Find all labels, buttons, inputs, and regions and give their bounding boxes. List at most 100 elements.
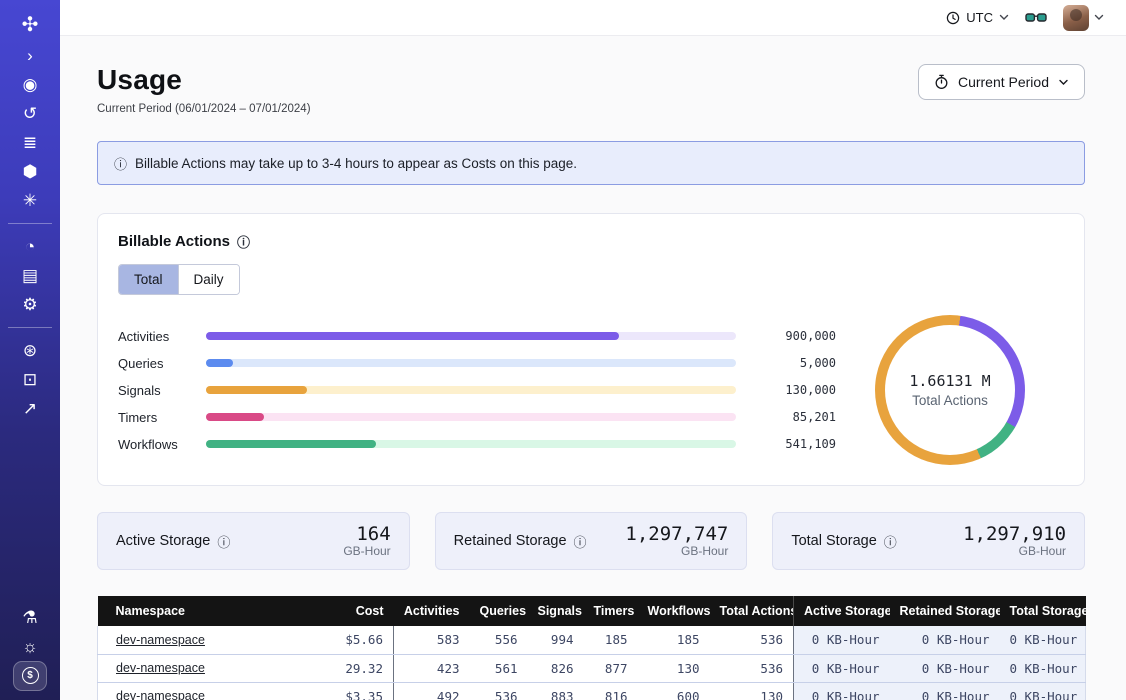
namespace-link[interactable]: dev-namespace [116, 689, 205, 700]
cell-active-storage: 0 KB-Hour [794, 626, 890, 654]
info-icon: ⓘ [884, 532, 897, 551]
account-menu[interactable] [1063, 5, 1104, 31]
deployments-icon[interactable]: ⬢ [12, 159, 48, 184]
retained-storage-card: Retained Storage ⓘ 1,297,747 GB-Hour [435, 512, 748, 570]
feedback-glyph: ⊡ [23, 370, 37, 390]
batch-glyph: ✳ [23, 191, 37, 211]
col-workflows: Workflows [638, 596, 710, 626]
table-row: dev-namespace 29.32 423 561 826 877 130 … [98, 654, 1086, 682]
namespaces-icon[interactable]: ◉ [12, 72, 48, 97]
bar-chart: Activities 900,000 Queries 5,000 Signals… [118, 323, 836, 458]
cell-cost: 29.32 [298, 654, 394, 682]
info-icon: ⓘ [574, 532, 587, 551]
table-header-row: Namespace Cost Activities Queries Signal… [98, 596, 1086, 626]
labs-icon[interactable]: ⚗ [12, 605, 48, 630]
col-retained-storage: Retained Storage [890, 596, 1000, 626]
cell-workflows: 185 [638, 626, 710, 654]
cell-active-storage: 0 KB-Hour [794, 654, 890, 682]
billable-view-toggle: Total Daily [118, 264, 240, 295]
clock-icon [946, 11, 960, 25]
layers-icon[interactable]: ≣ [12, 130, 48, 155]
cell-retained-storage: 0 KB-Hour [890, 626, 1000, 654]
pricing-active-badge: $ [13, 661, 47, 691]
billable-actions-card: Billable Actions ⓘ Total Daily Activitie… [97, 213, 1085, 486]
total-actions-label: Total Actions [912, 393, 988, 408]
total-storage-value: 1,297,910 [963, 524, 1066, 545]
pricing-icon[interactable]: $ [12, 663, 48, 688]
namespace-link[interactable]: dev-namespace [116, 633, 205, 647]
tab-daily[interactable]: Daily [178, 265, 239, 294]
schedules-icon[interactable]: ↺ [12, 101, 48, 126]
cell-timers: 816 [584, 682, 638, 700]
cell-workflows: 130 [638, 654, 710, 682]
col-namespace: Namespace [98, 596, 298, 626]
theme-icon[interactable]: ☼ [12, 634, 48, 659]
getting-started-icon[interactable]: ↗ [12, 396, 48, 421]
page-header: Usage Current Period (06/01/2024 – 07/01… [97, 64, 1085, 115]
bar-track [206, 386, 736, 394]
active-storage-label: Active Storage ⓘ [116, 532, 230, 551]
info-icon: ⓘ [114, 154, 127, 173]
total-storage-label: Total Storage ⓘ [791, 532, 896, 551]
cell-total-actions: 536 [710, 626, 794, 654]
billable-chart: Activities 900,000 Queries 5,000 Signals… [118, 315, 1064, 465]
settings-icon[interactable]: ⚙ [12, 292, 48, 317]
labs-glyph: ⚗ [22, 608, 37, 628]
bar-row-signals: Signals 130,000 [118, 377, 836, 404]
cell-queries: 556 [470, 626, 528, 654]
feedback-icon[interactable]: ⊡ [12, 367, 48, 392]
collapse-chevron-icon[interactable]: › [12, 43, 48, 68]
col-cost: Cost [298, 596, 394, 626]
cell-timers: 185 [584, 626, 638, 654]
avatar [1063, 5, 1089, 31]
cell-signals: 994 [528, 626, 584, 654]
billing-glyph: ▤ [22, 266, 38, 286]
bar-track [206, 413, 736, 421]
table-row: dev-namespace $3.35 492 536 883 816 600 … [98, 682, 1086, 700]
timezone-selector[interactable]: UTC [946, 10, 1009, 25]
storage-label-text: Active Storage [116, 533, 210, 549]
chevron-down-icon [999, 14, 1009, 21]
donut-chart-box: 1.66131 M Total Actions [836, 315, 1064, 465]
chevron-down-icon [1058, 79, 1069, 86]
namespace-link[interactable]: dev-namespace [116, 661, 205, 675]
support-icon[interactable]: ⊛ [12, 338, 48, 363]
storage-unit: GB-Hour [963, 544, 1066, 558]
sidebar-divider [8, 327, 52, 328]
storage-label-text: Retained Storage [454, 533, 567, 549]
usage-icon[interactable]: ◔ [12, 234, 48, 259]
tab-total[interactable]: Total [119, 265, 178, 294]
cell-timers: 877 [584, 654, 638, 682]
namespace-usage-table: Namespace Cost Activities Queries Signal… [97, 596, 1086, 700]
bar-track [206, 332, 736, 340]
temporal-logo: ✣ [12, 12, 48, 37]
info-banner: ⓘ Billable Actions may take up to 3-4 ho… [97, 141, 1085, 185]
donut-center: 1.66131 M Total Actions [885, 325, 1015, 455]
cell-total-storage: 0 KB-Hour [1000, 654, 1086, 682]
storage-label-text: Total Storage [791, 533, 876, 549]
main-content: Usage Current Period (06/01/2024 – 07/01… [60, 36, 1126, 700]
bar-row-activities: Activities 900,000 [118, 323, 836, 350]
cell-active-storage: 0 KB-Hour [794, 682, 890, 700]
page-title: Usage [97, 64, 311, 96]
cell-cost: $3.35 [298, 682, 394, 700]
retained-storage-value: 1,297,747 [625, 524, 728, 545]
dollar-coin-icon: $ [22, 667, 39, 684]
billing-icon[interactable]: ▤ [12, 263, 48, 288]
bar-label: Workflows [118, 437, 194, 452]
support-glyph: ⊛ [23, 341, 37, 361]
cell-activities: 492 [394, 682, 470, 700]
page-subtitle: Current Period (06/01/2024 – 07/01/2024) [97, 103, 311, 115]
storage-unit: GB-Hour [343, 544, 390, 558]
period-dropdown-button[interactable]: Current Period [918, 64, 1085, 100]
col-queries: Queries [470, 596, 528, 626]
topbar: UTC [60, 0, 1126, 36]
col-signals: Signals [528, 596, 584, 626]
batch-operations-icon[interactable]: ✳ [12, 188, 48, 213]
cell-total-storage: 0 KB-Hour [1000, 626, 1086, 654]
timezone-label: UTC [966, 10, 993, 25]
active-storage-value: 164 [343, 524, 390, 545]
bar-row-timers: Timers 85,201 [118, 404, 836, 431]
glasses-icon[interactable] [1025, 11, 1047, 24]
bar-track [206, 440, 736, 448]
